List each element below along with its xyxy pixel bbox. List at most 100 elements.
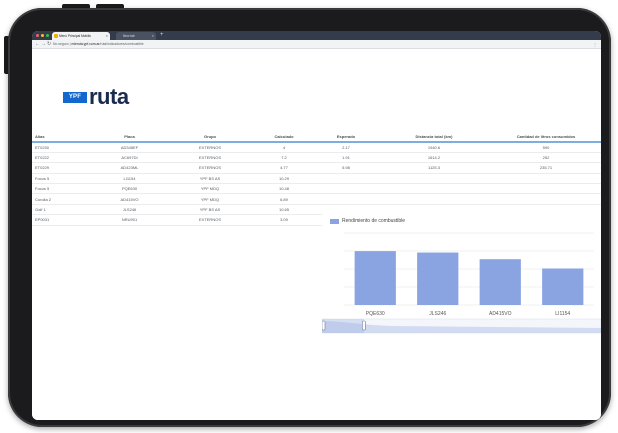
table-cell bbox=[377, 183, 491, 195]
table-cell: 235.71 bbox=[491, 162, 601, 174]
table-cell: Corolla 2 bbox=[32, 193, 92, 205]
tab-title: Menú Principal Mobilis bbox=[59, 34, 91, 38]
x-tick-label: AD415VO bbox=[489, 311, 512, 317]
new-tab-icon[interactable]: + bbox=[160, 32, 164, 39]
table-cell: EXTERNOS bbox=[167, 152, 253, 164]
legend-label: Rendimiento de combustible bbox=[342, 218, 406, 224]
table-cell: Focus 5 bbox=[32, 173, 92, 185]
table-cell: YPF BS AS bbox=[167, 173, 253, 185]
table-cell: JLS246 bbox=[92, 204, 167, 216]
browser-tab-inactive[interactable]: New tab × bbox=[116, 32, 156, 40]
table-cell: YPF MDQ bbox=[167, 183, 253, 195]
reload-icon[interactable]: ↻ bbox=[47, 41, 51, 48]
table-cell: AD415VO bbox=[92, 193, 167, 205]
browser-tab-active[interactable]: Menú Principal Mobilis × bbox=[52, 32, 110, 40]
table-row[interactable]: Focus 5 PQE630 YPF MDQ 10.48 bbox=[32, 183, 601, 195]
table-cell: 1125.3 bbox=[377, 162, 491, 174]
table-row[interactable]: ET0230 AD345EF EXTERNOS 4 2.17 1940.6 590 bbox=[32, 142, 601, 153]
table-cell: AC697DI bbox=[92, 152, 167, 164]
chart-canvas: PQE630 JLS246 AD415VO LI1154 bbox=[322, 232, 601, 334]
x-tick-label: JLS246 bbox=[429, 311, 446, 317]
table-cell: Focus 5 bbox=[32, 183, 92, 195]
table-cell bbox=[491, 173, 601, 185]
column-header[interactable]: Placa bbox=[92, 131, 167, 143]
table-cell: 2.17 bbox=[315, 142, 377, 153]
table-cell bbox=[491, 183, 601, 195]
minimize-window-icon[interactable] bbox=[41, 34, 44, 37]
table-cell: Golf 1 bbox=[32, 204, 92, 216]
table-row[interactable]: Focus 5 LI1154 YPF BS AS 10.29 bbox=[32, 173, 601, 185]
table-cell: 10.29 bbox=[253, 173, 315, 185]
fuel-table-container: Alias Placa Grupo Calculado Esperado Distanci… bbox=[32, 131, 601, 226]
tab-favicon-icon bbox=[54, 34, 58, 38]
x-tick-label: LI1154 bbox=[555, 311, 570, 317]
browser-menu-icon[interactable]: ⋮ bbox=[593, 41, 597, 48]
table-cell: 1614.2 bbox=[377, 152, 491, 164]
url-host: mieruta.ypf.com.ar bbox=[71, 42, 100, 46]
table-cell: 10.65 bbox=[253, 204, 315, 216]
back-arrow-icon[interactable]: ← bbox=[35, 41, 40, 48]
zoom-handle[interactable] bbox=[362, 320, 366, 331]
table-cell: 590 bbox=[491, 142, 601, 153]
table-cell: 4 bbox=[253, 142, 315, 153]
browser-address-bar: ← → ↻ No seguro | mieruta.ypf.com.ar/rut… bbox=[32, 40, 601, 49]
table-cell bbox=[315, 173, 377, 185]
table-cell: 6.89 bbox=[253, 193, 315, 205]
table-cell: AD423ML bbox=[92, 162, 167, 174]
tablet-frame: Menú Principal Mobilis × New tab × + ← →… bbox=[8, 8, 611, 427]
logo-wordmark: ruta bbox=[89, 84, 129, 109]
forward-arrow-icon[interactable]: → bbox=[41, 41, 46, 48]
x-tick-label: PQE630 bbox=[366, 311, 385, 317]
zoom-selected-range bbox=[322, 319, 364, 333]
table-cell: ET0230 bbox=[32, 142, 92, 153]
table-cell: 7.2 bbox=[253, 152, 315, 164]
fuel-performance-chart: PQE630 JLS246 AD415VO LI1154 Rendimiento de… bbox=[322, 213, 601, 340]
legend-swatch bbox=[330, 218, 339, 224]
table-cell: 1.91 bbox=[315, 152, 377, 164]
table-cell: ET0222 bbox=[32, 152, 92, 164]
fuel-table: Alias Placa Grupo Calculado Esperado Distanci… bbox=[32, 131, 601, 226]
column-header[interactable]: Distancia total (km) bbox=[377, 131, 491, 143]
chart-bar[interactable] bbox=[479, 259, 521, 305]
chart-bar[interactable] bbox=[417, 252, 459, 305]
url-path: /ruta/indicadores/combustible bbox=[99, 42, 144, 46]
logo-badge: YPF bbox=[63, 91, 87, 103]
column-header[interactable]: Cantidad de litros consumidos bbox=[491, 131, 601, 143]
table-cell: AD345EF bbox=[92, 142, 167, 153]
maximize-window-icon[interactable] bbox=[46, 34, 49, 37]
column-header[interactable]: Calculado bbox=[253, 131, 315, 143]
table-cell: ET0229 bbox=[32, 162, 92, 174]
table-cell: YPF BS AS bbox=[167, 204, 253, 216]
table-cell: 252 bbox=[491, 152, 601, 164]
close-window-icon[interactable] bbox=[36, 34, 39, 37]
tab-title: New tab bbox=[123, 34, 135, 38]
table-cell: NRU901 bbox=[92, 214, 167, 226]
table-cell bbox=[377, 193, 491, 205]
column-header[interactable]: Grupo bbox=[167, 131, 253, 143]
column-header[interactable]: Esperado bbox=[315, 131, 377, 143]
table-cell: EP0031 bbox=[32, 214, 92, 226]
table-header-row: Alias Placa Grupo Calculado Esperado Distanci… bbox=[32, 131, 601, 143]
url-field[interactable]: No seguro | mieruta.ypf.com.ar/ruta/indi… bbox=[53, 41, 144, 48]
table-cell: LI1154 bbox=[92, 173, 167, 185]
table-cell: 4.77 bbox=[253, 162, 315, 174]
chart-bar[interactable] bbox=[354, 251, 396, 305]
browser-tab-bar: Menú Principal Mobilis × New tab × + bbox=[32, 31, 601, 40]
window-controls bbox=[36, 34, 49, 37]
table-cell bbox=[315, 193, 377, 205]
table-cell: PQE630 bbox=[92, 183, 167, 195]
table-cell bbox=[315, 183, 377, 195]
chart-legend[interactable]: Rendimiento de combustible bbox=[330, 218, 405, 224]
close-tab-icon[interactable]: × bbox=[106, 32, 108, 40]
ypf-ruta-logo: YPF ruta bbox=[63, 84, 129, 109]
table-row[interactable]: ET0222 AC697DI EXTERNOS 7.2 1.91 1614.2 252 bbox=[32, 152, 601, 164]
table-row[interactable]: Corolla 2 AD415VO YPF MDQ 6.89 bbox=[32, 193, 601, 205]
page-content: YPF ruta Alias Placa Grupo Calculado Esperad… bbox=[32, 50, 601, 420]
table-cell: 5.98 bbox=[315, 162, 377, 174]
table-row[interactable]: ET0229 AD423ML EXTERNOS 4.77 5.98 1125.3 235.7… bbox=[32, 162, 601, 174]
zoom-handle[interactable] bbox=[322, 320, 326, 331]
close-tab-icon[interactable]: × bbox=[152, 32, 154, 40]
chart-bar[interactable] bbox=[542, 268, 584, 305]
column-header[interactable]: Alias bbox=[32, 131, 92, 143]
table-cell: EXTERNOS bbox=[167, 214, 253, 226]
